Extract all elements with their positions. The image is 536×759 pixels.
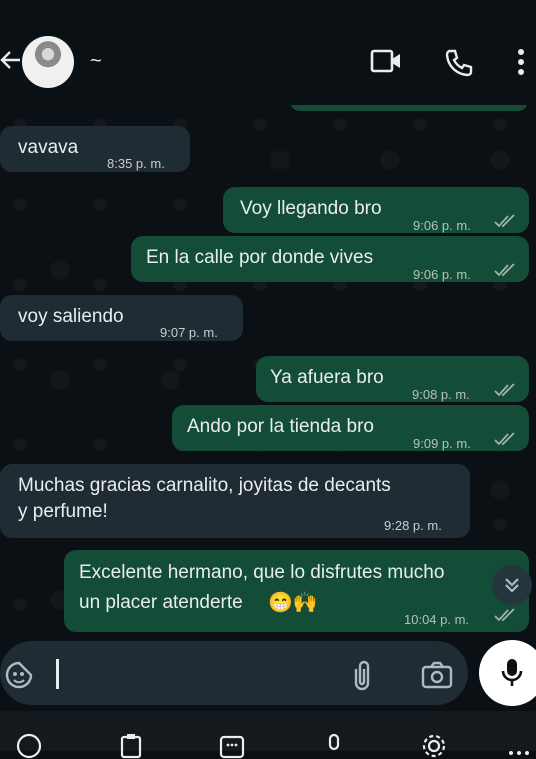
- message-text-line1: Excelente hermano, que lo disfrutes much…: [79, 562, 445, 583]
- message-text: Ya afuera bro: [270, 367, 384, 388]
- chat-header: ~: [0, 10, 536, 105]
- read-ticks-icon: [494, 263, 515, 277]
- message-text-line2: un placer atenderte: [79, 592, 243, 613]
- emoji: 😁🙌: [268, 592, 318, 614]
- text-cursor: [56, 659, 59, 689]
- contact-name[interactable]: ~: [90, 50, 102, 73]
- scroll-to-bottom-button[interactable]: [492, 565, 532, 605]
- keypad-icon[interactable]: [219, 733, 245, 759]
- compose-bar: [0, 637, 536, 711]
- message-bubble[interactable]: En la calle por donde vives 9:06 p. m.: [131, 236, 529, 282]
- message-text: Voy llegando bro: [240, 198, 382, 219]
- double-chevron-down-icon: [505, 578, 519, 593]
- message-time: 9:28 p. m.: [384, 518, 442, 533]
- phone-icon[interactable]: [444, 48, 474, 83]
- keyboard-toolbar: [0, 711, 536, 759]
- more-icon[interactable]: [506, 733, 532, 759]
- message-bubble[interactable]: Muchas gracias carnalito, joyitas de dec…: [0, 464, 470, 538]
- sticker-icon[interactable]: [5, 661, 33, 689]
- more-vert-icon[interactable]: [516, 48, 526, 83]
- message-text-line2: y perfume!: [18, 501, 108, 522]
- message-time: 9:09 p. m.: [413, 436, 471, 451]
- read-ticks-icon: [494, 214, 515, 228]
- video-call-icon[interactable]: [370, 48, 402, 79]
- message-text-line1: Muchas gracias carnalito, joyitas de dec…: [18, 475, 391, 496]
- message-bubble[interactable]: vavava 8:35 p. m.: [0, 126, 190, 172]
- read-ticks-icon: [494, 608, 515, 622]
- back-arrow-icon[interactable]: [0, 48, 22, 72]
- message-text: voy saliendo: [18, 306, 124, 327]
- mic-button[interactable]: [479, 640, 536, 706]
- mic-icon: [501, 659, 523, 686]
- chat-area[interactable]: vavava 8:35 p. m. Voy llegando bro 9:06 …: [0, 105, 536, 637]
- message-text: Ando por la tienda bro: [187, 416, 374, 437]
- message-time: 9:06 p. m.: [413, 267, 471, 282]
- voice-icon[interactable]: [321, 733, 347, 759]
- message-time: 8:35 p. m.: [107, 156, 165, 171]
- message-bubble[interactable]: Excelente hermano, que lo disfrutes much…: [64, 550, 529, 632]
- read-ticks-icon: [494, 432, 515, 446]
- avatar[interactable]: [22, 36, 74, 88]
- clipboard-icon[interactable]: [118, 733, 144, 759]
- message-text: En la calle por donde vives: [146, 247, 374, 268]
- read-ticks-icon: [494, 383, 515, 397]
- message-text: vavava: [18, 137, 79, 158]
- message-input[interactable]: [0, 641, 468, 705]
- message-time: 9:07 p. m.: [160, 325, 218, 340]
- attach-icon[interactable]: [350, 659, 374, 691]
- message-bubble-partial: [290, 105, 528, 111]
- settings-icon[interactable]: [421, 733, 447, 759]
- emoji-icon[interactable]: [16, 733, 42, 759]
- camera-icon[interactable]: [421, 661, 453, 689]
- status-bar: [0, 0, 536, 10]
- message-time: 10:04 p. m.: [404, 612, 470, 627]
- message-bubble[interactable]: voy saliendo 9:07 p. m.: [0, 295, 243, 341]
- message-bubble[interactable]: Voy llegando bro 9:06 p. m.: [223, 187, 529, 233]
- message-bubble[interactable]: Ya afuera bro 9:08 p. m.: [256, 356, 529, 402]
- message-bubble[interactable]: Ando por la tienda bro 9:09 p. m.: [172, 405, 529, 451]
